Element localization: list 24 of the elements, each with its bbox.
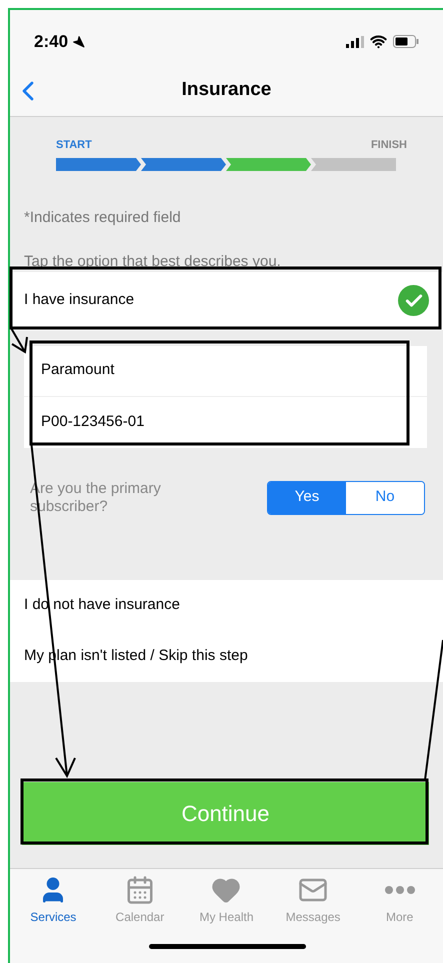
tab-item[interactable]: More — [356, 875, 443, 927]
check-icon — [398, 285, 429, 316]
annotation-arrow — [10, 328, 28, 354]
signal-icon — [346, 36, 364, 48]
more-icon — [384, 886, 415, 894]
tab-item[interactable]: Messages — [270, 875, 356, 927]
tab-item[interactable]: Services — [10, 875, 97, 927]
wifi-icon — [370, 33, 387, 50]
finish-label: FINISH — [370, 138, 407, 153]
battery-icon — [393, 35, 419, 48]
option-row[interactable]: I do not have insurance — [10, 580, 443, 630]
tab-item[interactable]: My Health — [183, 875, 270, 927]
toggle-option[interactable]: Yes — [268, 482, 346, 514]
required-note: *Indicates required field — [23, 208, 182, 228]
start-label: START — [56, 138, 92, 153]
status-time: 2:40 — [34, 30, 68, 53]
location-icon — [72, 35, 86, 48]
option-row[interactable]: I have insurance — [10, 272, 443, 330]
toggle-option[interactable]: No — [346, 482, 424, 514]
tab-item[interactable]: Calendar — [96, 875, 184, 927]
plan-name: Paramount — [24, 346, 427, 396]
member-id: P00-123456-01 — [40, 412, 146, 432]
nav-title: Insurance — [182, 78, 272, 102]
calendar-icon — [124, 875, 155, 905]
